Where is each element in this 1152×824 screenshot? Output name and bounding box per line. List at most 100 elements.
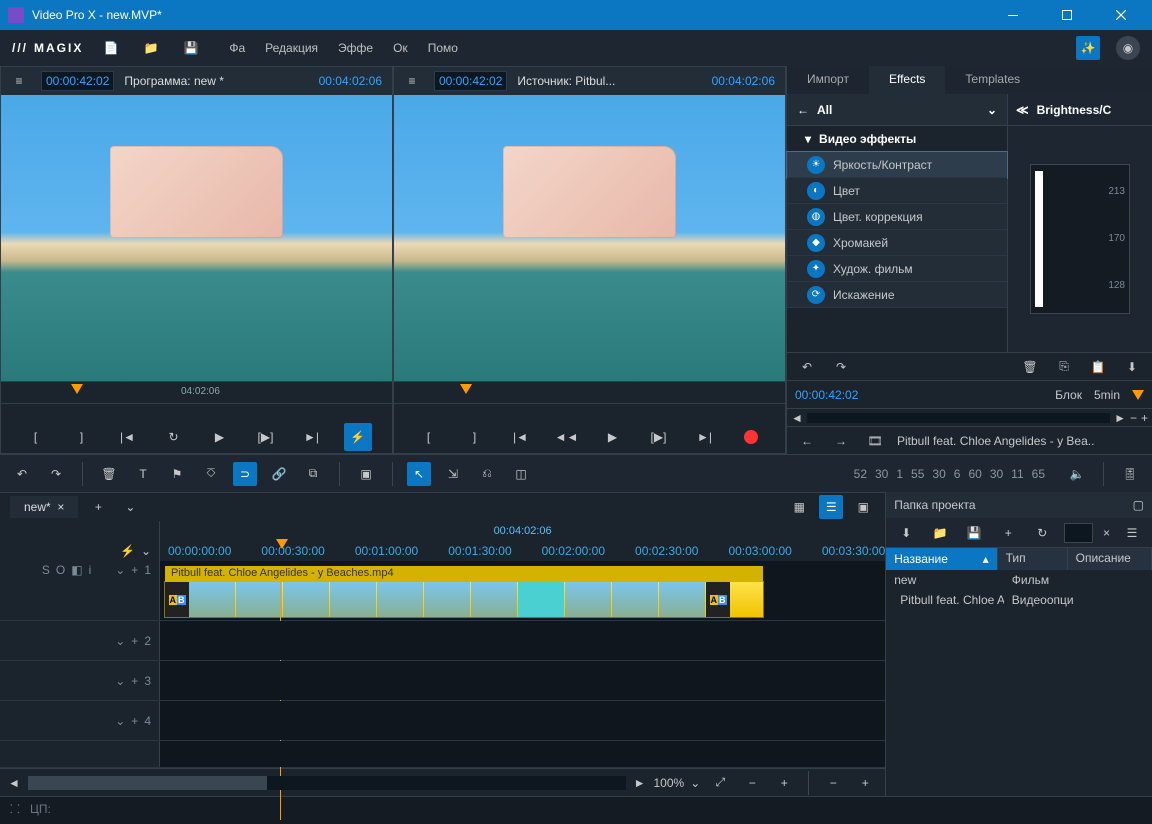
src-go-end-button[interactable]: ►| <box>691 423 719 451</box>
col-name[interactable]: Название▴ <box>886 548 997 570</box>
project-row[interactable]: new Фильм <box>886 570 1152 590</box>
track-mode-o[interactable]: O <box>56 563 65 577</box>
panel-undock-icon[interactable]: ▢ <box>1133 498 1144 512</box>
view-grid-icon[interactable]: ▦ <box>787 495 811 519</box>
effect-chromakey[interactable]: ◆Хромакей <box>787 230 1007 256</box>
pointer-tool[interactable]: ↖ <box>407 462 431 486</box>
effect-distortion[interactable]: ⟳Искажение <box>787 282 1007 308</box>
close-button[interactable] <box>1098 0 1144 30</box>
src-go-start-button[interactable]: |◄ <box>507 423 535 451</box>
kf-scrollbar[interactable]: ◄ ► − + <box>787 408 1152 426</box>
tool-c[interactable]: ◫ <box>509 462 533 486</box>
loop-button[interactable]: ↻ <box>160 423 188 451</box>
zoom-dropdown-icon[interactable]: ⌄ <box>690 776 700 790</box>
link-button[interactable]: 🔗 <box>267 462 291 486</box>
in-point-button[interactable]: [ <box>22 423 50 451</box>
clip-prev-icon[interactable]: ← <box>795 429 819 453</box>
zoom-value[interactable]: 100% <box>653 776 684 790</box>
src-play-range-button[interactable]: [▶] <box>645 423 673 451</box>
play-button[interactable]: ▶ <box>206 423 234 451</box>
vzoom-in[interactable]: + <box>853 771 877 795</box>
src-in-button[interactable]: [ <box>415 423 443 451</box>
tool-a[interactable]: ⇲ <box>441 462 465 486</box>
save-preset-icon[interactable]: ⬇ <box>1120 355 1144 379</box>
col-type[interactable]: Тип <box>998 548 1068 570</box>
track2-collapse[interactable]: ⌄ <box>115 634 125 648</box>
track3-add[interactable]: + <box>131 674 138 688</box>
import-icon[interactable]: ⬇ <box>894 521 918 545</box>
effect-color-correction[interactable]: ◍Цвет. коррекция <box>787 204 1007 230</box>
scroll-plus-icon[interactable]: + <box>1141 411 1148 425</box>
source-timecode[interactable]: 00:00:42:02 <box>434 71 507 91</box>
tab-dropdown[interactable]: ⌄ <box>118 495 142 519</box>
title-button[interactable]: T <box>131 462 155 486</box>
grid-icon[interactable]: ⸬ <box>10 800 20 817</box>
kf-marker[interactable] <box>1132 390 1144 400</box>
disc-icon[interactable]: ◉ <box>1116 36 1140 60</box>
trash-icon[interactable]: 🗑 <box>1018 355 1042 379</box>
tab-templates[interactable]: Templates <box>945 66 1040 94</box>
effect-art-film[interactable]: ✦Худож. фильм <box>787 256 1007 282</box>
track4-add[interactable]: + <box>131 714 138 728</box>
kf-timecode[interactable]: 00:00:42:02 <box>795 388 858 402</box>
source-preview[interactable] <box>394 95 785 381</box>
zoom-out-h[interactable]: − <box>740 771 764 795</box>
tool-b[interactable]: ⎌ <box>475 462 499 486</box>
tab-import[interactable]: Импорт <box>787 66 869 94</box>
new-file-icon[interactable]: 📄 <box>99 36 123 60</box>
mixer-icon[interactable]: 🎚 <box>1118 462 1142 486</box>
bolt-icon[interactable]: ⚡ <box>120 544 135 558</box>
program-preview[interactable] <box>1 95 392 381</box>
scroll-minus-icon[interactable]: − <box>1130 411 1137 425</box>
hscroll-right[interactable]: ► <box>634 776 646 790</box>
menu-help[interactable]: Помо <box>428 41 458 55</box>
undo-button[interactable]: ↶ <box>10 462 34 486</box>
effect-brightness-contrast[interactable]: ☀Яркость/Контраст <box>787 152 1007 178</box>
effect-color[interactable]: ◐Цвет <box>787 178 1007 204</box>
source-menu-icon[interactable]: ≡ <box>400 69 424 93</box>
video-clip[interactable]: Pitbull feat. Chloe Angelides - y Beache… <box>164 581 764 618</box>
go-start-button[interactable]: |◄ <box>114 423 142 451</box>
copy-icon[interactable]: ⎘ <box>1052 355 1076 379</box>
fit-button[interactable]: ⤢ <box>708 771 732 795</box>
redo-icon[interactable]: ↷ <box>829 355 853 379</box>
ruler-dropdown-icon[interactable]: ⌄ <box>141 544 151 558</box>
project-search[interactable] <box>1064 523 1093 543</box>
redo-button[interactable]: ↷ <box>44 462 68 486</box>
list-settings-icon[interactable]: ☰ <box>1120 521 1144 545</box>
scroll-right-icon[interactable]: ► <box>1114 411 1126 425</box>
fx-toggle-icon[interactable]: ✨ <box>1076 36 1100 60</box>
track-mode-s[interactable]: S <box>42 563 50 577</box>
marker-button[interactable]: ⚑ <box>165 462 189 486</box>
record-button[interactable] <box>737 423 765 451</box>
hscroll-left[interactable]: ◄ <box>8 776 20 790</box>
src-out-button[interactable]: ] <box>461 423 489 451</box>
zoom-in-h[interactable]: + <box>772 771 796 795</box>
src-prev-button[interactable]: ◄◄ <box>553 423 581 451</box>
proj-folder-icon[interactable]: 📁 <box>928 521 952 545</box>
magnet-button[interactable]: ⊃ <box>233 462 257 486</box>
track3-collapse[interactable]: ⌄ <box>115 674 125 688</box>
group-button[interactable]: ⧉ <box>301 462 325 486</box>
project-row[interactable]: Pitbull feat. Chloe Angeli... Видеоопци <box>886 590 1152 610</box>
clip-next-icon[interactable]: → <box>829 429 853 453</box>
timeline-ticks[interactable]: 00:00:00:0000:00:30:0000:01:00:0000:01:3… <box>160 541 885 561</box>
go-end-button[interactable]: ►| <box>298 423 326 451</box>
timeline-hscroll[interactable] <box>28 776 626 790</box>
tab-effects[interactable]: Effects <box>869 66 945 94</box>
view-cam-icon[interactable]: ▣ <box>851 495 875 519</box>
lightning-button[interactable]: ⚡ <box>344 423 372 451</box>
timeline-playhead-top[interactable] <box>276 539 288 549</box>
minimize-button[interactable] <box>990 0 1036 30</box>
add-tab-button[interactable]: + <box>86 495 110 519</box>
track-collapse-icon[interactable]: ⌄ <box>115 563 125 577</box>
save-icon[interactable]: 💾 <box>179 36 203 60</box>
maximize-button[interactable] <box>1044 0 1090 30</box>
split-button[interactable]: ⎏ <box>199 462 223 486</box>
src-play-button[interactable]: ▶ <box>599 423 627 451</box>
back-arrow-icon[interactable]: ← <box>797 103 809 117</box>
vzoom-out[interactable]: − <box>821 771 845 795</box>
effects-category[interactable]: ▾ Видео эффекты <box>787 126 1007 152</box>
menu-file[interactable]: Фа <box>229 41 245 55</box>
proj-add-icon[interactable]: + <box>996 521 1020 545</box>
